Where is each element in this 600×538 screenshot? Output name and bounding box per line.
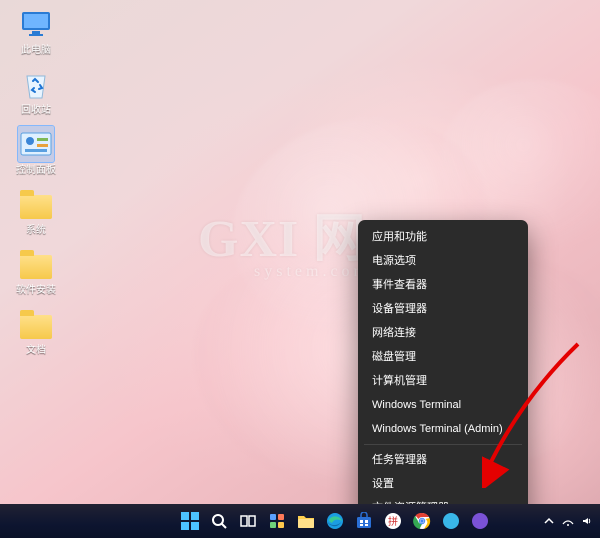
widgets-button[interactable] — [265, 509, 289, 533]
desktop[interactable]: GXI 网 system.com 此电脑 回收站 控制面板 系统 软件安装 文档… — [0, 0, 600, 538]
desktop-icon-label: 此电脑 — [6, 45, 66, 57]
desktop-icon-folder-2[interactable]: 软件安装 — [6, 246, 66, 297]
taskbar-tray — [542, 514, 594, 528]
menu-item-disk-management[interactable]: 磁盘管理 — [358, 345, 528, 369]
menu-item-windows-terminal-admin[interactable]: Windows Terminal (Admin) — [358, 417, 528, 441]
tray-volume-icon[interactable] — [580, 514, 594, 528]
edge-button[interactable] — [323, 509, 347, 533]
pinned-app-1[interactable] — [439, 509, 463, 533]
desktop-icon-label: 控制面板 — [6, 165, 66, 177]
tray-chevron-icon[interactable] — [542, 514, 556, 528]
taskbar-center: 拼 — [178, 509, 492, 533]
winx-context-menu: 应用和功能 电源选项 事件查看器 设备管理器 网络连接 磁盘管理 计算机管理 W… — [358, 220, 528, 538]
menu-item-network-connections[interactable]: 网络连接 — [358, 321, 528, 345]
folder-icon — [18, 306, 54, 342]
start-button[interactable] — [178, 509, 202, 533]
desktop-icon-folder-3[interactable]: 文档 — [6, 306, 66, 357]
menu-separator — [364, 444, 522, 445]
menu-item-settings[interactable]: 设置 — [358, 472, 528, 496]
svg-text:拼: 拼 — [388, 515, 398, 528]
search-button[interactable] — [207, 509, 231, 533]
file-explorer-button[interactable] — [294, 509, 318, 533]
recycle-bin-icon — [18, 66, 54, 102]
store-button[interactable] — [352, 509, 376, 533]
task-view-button[interactable] — [236, 509, 260, 533]
desktop-icon-label: 软件安装 — [6, 285, 66, 297]
menu-item-windows-terminal[interactable]: Windows Terminal — [358, 393, 528, 417]
desktop-icon-label: 回收站 — [6, 105, 66, 117]
tray-network-icon[interactable] — [561, 514, 575, 528]
desktop-icon-label: 系统 — [6, 225, 66, 237]
menu-item-apps-features[interactable]: 应用和功能 — [358, 225, 528, 249]
folder-icon — [18, 246, 54, 282]
desktop-icon-folder-1[interactable]: 系统 — [6, 186, 66, 237]
menu-item-device-manager[interactable]: 设备管理器 — [358, 297, 528, 321]
taskbar: 拼 — [0, 504, 600, 538]
menu-item-task-manager[interactable]: 任务管理器 — [358, 448, 528, 472]
desktop-icon-recycle-bin[interactable]: 回收站 — [6, 66, 66, 117]
folder-icon — [18, 186, 54, 222]
desktop-icon-label: 文档 — [6, 345, 66, 357]
control-panel-icon — [18, 126, 54, 162]
ime-button[interactable]: 拼 — [381, 509, 405, 533]
menu-item-power-options[interactable]: 电源选项 — [358, 249, 528, 273]
this-pc-icon — [18, 6, 54, 42]
chrome-button[interactable] — [410, 509, 434, 533]
menu-item-event-viewer[interactable]: 事件查看器 — [358, 273, 528, 297]
desktop-icon-this-pc[interactable]: 此电脑 — [6, 6, 66, 57]
desktop-icon-control-panel[interactable]: 控制面板 — [6, 126, 66, 177]
pinned-app-2[interactable] — [468, 509, 492, 533]
menu-item-computer-management[interactable]: 计算机管理 — [358, 369, 528, 393]
